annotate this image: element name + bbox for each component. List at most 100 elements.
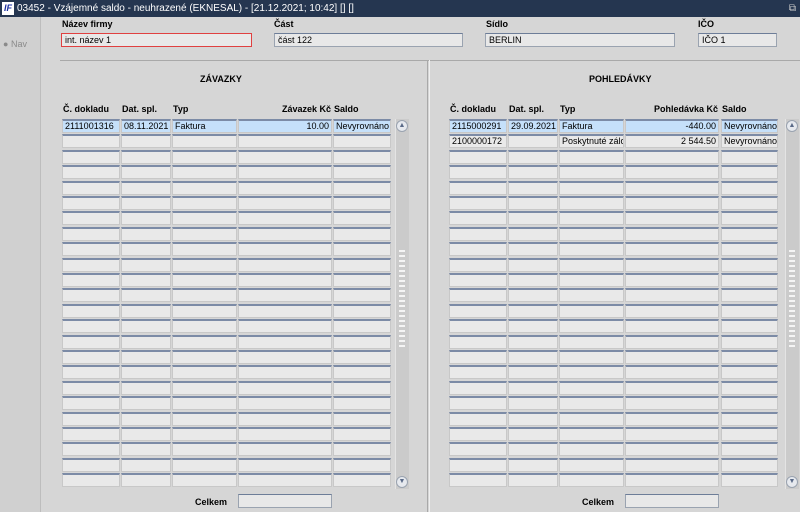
table-cell[interactable]: [172, 380, 237, 395]
table-cell[interactable]: 29.09.2021: [508, 119, 558, 133]
table-cell[interactable]: [62, 288, 120, 303]
table-cell[interactable]: [121, 396, 171, 411]
table-cell[interactable]: [721, 365, 778, 380]
seat-input[interactable]: BERLIN: [485, 33, 675, 47]
table-cell[interactable]: [625, 288, 719, 303]
table-cell[interactable]: [172, 257, 237, 272]
scrollbar[interactable]: ▲ ▼: [785, 119, 799, 489]
part-input[interactable]: část 122: [274, 33, 463, 47]
table-cell[interactable]: [62, 427, 120, 441]
table-cell[interactable]: [121, 457, 171, 472]
table-cell[interactable]: Nevyrovnáno: [721, 134, 778, 149]
table-cell[interactable]: [121, 196, 171, 210]
table-cell[interactable]: [508, 165, 558, 180]
table-cell[interactable]: [62, 180, 120, 195]
table-cell[interactable]: [238, 303, 332, 318]
table-cell[interactable]: [559, 288, 624, 303]
table-cell[interactable]: [238, 365, 332, 380]
scroll-up-icon[interactable]: ▲: [786, 120, 798, 132]
table-cell[interactable]: [625, 319, 719, 334]
table-cell[interactable]: [449, 196, 507, 210]
table-cell[interactable]: [721, 380, 778, 395]
table-cell[interactable]: [333, 288, 391, 303]
table-cell[interactable]: [559, 196, 624, 210]
table-cell[interactable]: [449, 180, 507, 195]
table-cell[interactable]: [121, 134, 171, 149]
table-cell[interactable]: [172, 396, 237, 411]
table-cell[interactable]: [333, 226, 391, 241]
table-cell[interactable]: [721, 226, 778, 241]
table-cell[interactable]: [559, 334, 624, 349]
table-cell[interactable]: [508, 473, 558, 488]
table-cell[interactable]: [508, 242, 558, 257]
table-cell[interactable]: [238, 457, 332, 472]
table-cell[interactable]: [559, 149, 624, 164]
table-cell[interactable]: [508, 396, 558, 411]
table-cell[interactable]: [238, 319, 332, 334]
table-cell[interactable]: [62, 365, 120, 380]
table-cell[interactable]: [721, 319, 778, 334]
table-cell[interactable]: [625, 365, 719, 380]
table-cell[interactable]: [172, 288, 237, 303]
nav-toggle[interactable]: ● Nav: [3, 39, 27, 49]
table-cell[interactable]: [449, 457, 507, 472]
table-cell[interactable]: [121, 427, 171, 441]
table-cell[interactable]: [449, 288, 507, 303]
table-cell[interactable]: [62, 211, 120, 226]
table-cell[interactable]: [721, 257, 778, 272]
table-cell[interactable]: [625, 427, 719, 441]
table-cell[interactable]: [333, 411, 391, 426]
table-cell[interactable]: [333, 303, 391, 318]
scroll-down-icon[interactable]: ▼: [786, 476, 798, 488]
table-cell[interactable]: [559, 411, 624, 426]
table-cell[interactable]: [333, 165, 391, 180]
table-cell[interactable]: [625, 411, 719, 426]
table-cell[interactable]: [238, 165, 332, 180]
table-cell[interactable]: [721, 473, 778, 488]
table-cell[interactable]: [508, 149, 558, 164]
table-cell[interactable]: [238, 411, 332, 426]
table-cell[interactable]: [172, 242, 237, 257]
table-cell[interactable]: [172, 350, 237, 364]
scroll-up-icon[interactable]: ▲: [396, 120, 408, 132]
table-cell[interactable]: [625, 442, 719, 457]
table-cell[interactable]: [172, 226, 237, 241]
table-cell[interactable]: [238, 180, 332, 195]
table-cell[interactable]: [121, 273, 171, 287]
table-cell[interactable]: [625, 257, 719, 272]
table-cell[interactable]: [508, 180, 558, 195]
table-cell[interactable]: [238, 226, 332, 241]
table-cell[interactable]: [625, 226, 719, 241]
table-cell[interactable]: [62, 196, 120, 210]
table-cell[interactable]: [172, 473, 237, 488]
table-cell[interactable]: [172, 427, 237, 441]
column-header[interactable]: Saldo: [334, 104, 359, 114]
table-cell[interactable]: [508, 365, 558, 380]
table-cell[interactable]: [508, 257, 558, 272]
table-cell[interactable]: [333, 319, 391, 334]
table-cell[interactable]: [333, 334, 391, 349]
table-cell[interactable]: [625, 211, 719, 226]
table-cell[interactable]: 2115000291: [449, 119, 507, 133]
table-cell[interactable]: [559, 242, 624, 257]
table-cell[interactable]: [559, 226, 624, 241]
table-cell[interactable]: [172, 442, 237, 457]
table-cell[interactable]: [333, 196, 391, 210]
table-cell[interactable]: [721, 303, 778, 318]
table-cell[interactable]: [172, 365, 237, 380]
table-cell[interactable]: [62, 257, 120, 272]
table-cell[interactable]: [449, 226, 507, 241]
table-cell[interactable]: [238, 273, 332, 287]
table-cell[interactable]: [721, 411, 778, 426]
table-cell[interactable]: [238, 211, 332, 226]
table-cell[interactable]: Nevyrovnáno: [333, 119, 391, 133]
table-cell[interactable]: [625, 396, 719, 411]
table-cell[interactable]: [172, 457, 237, 472]
table-cell[interactable]: [238, 257, 332, 272]
table-cell[interactable]: [238, 196, 332, 210]
column-header[interactable]: Dat. spl.: [509, 104, 544, 114]
table-cell[interactable]: [721, 211, 778, 226]
table-cell[interactable]: [62, 350, 120, 364]
table-cell[interactable]: [721, 350, 778, 364]
table-cell[interactable]: [121, 226, 171, 241]
